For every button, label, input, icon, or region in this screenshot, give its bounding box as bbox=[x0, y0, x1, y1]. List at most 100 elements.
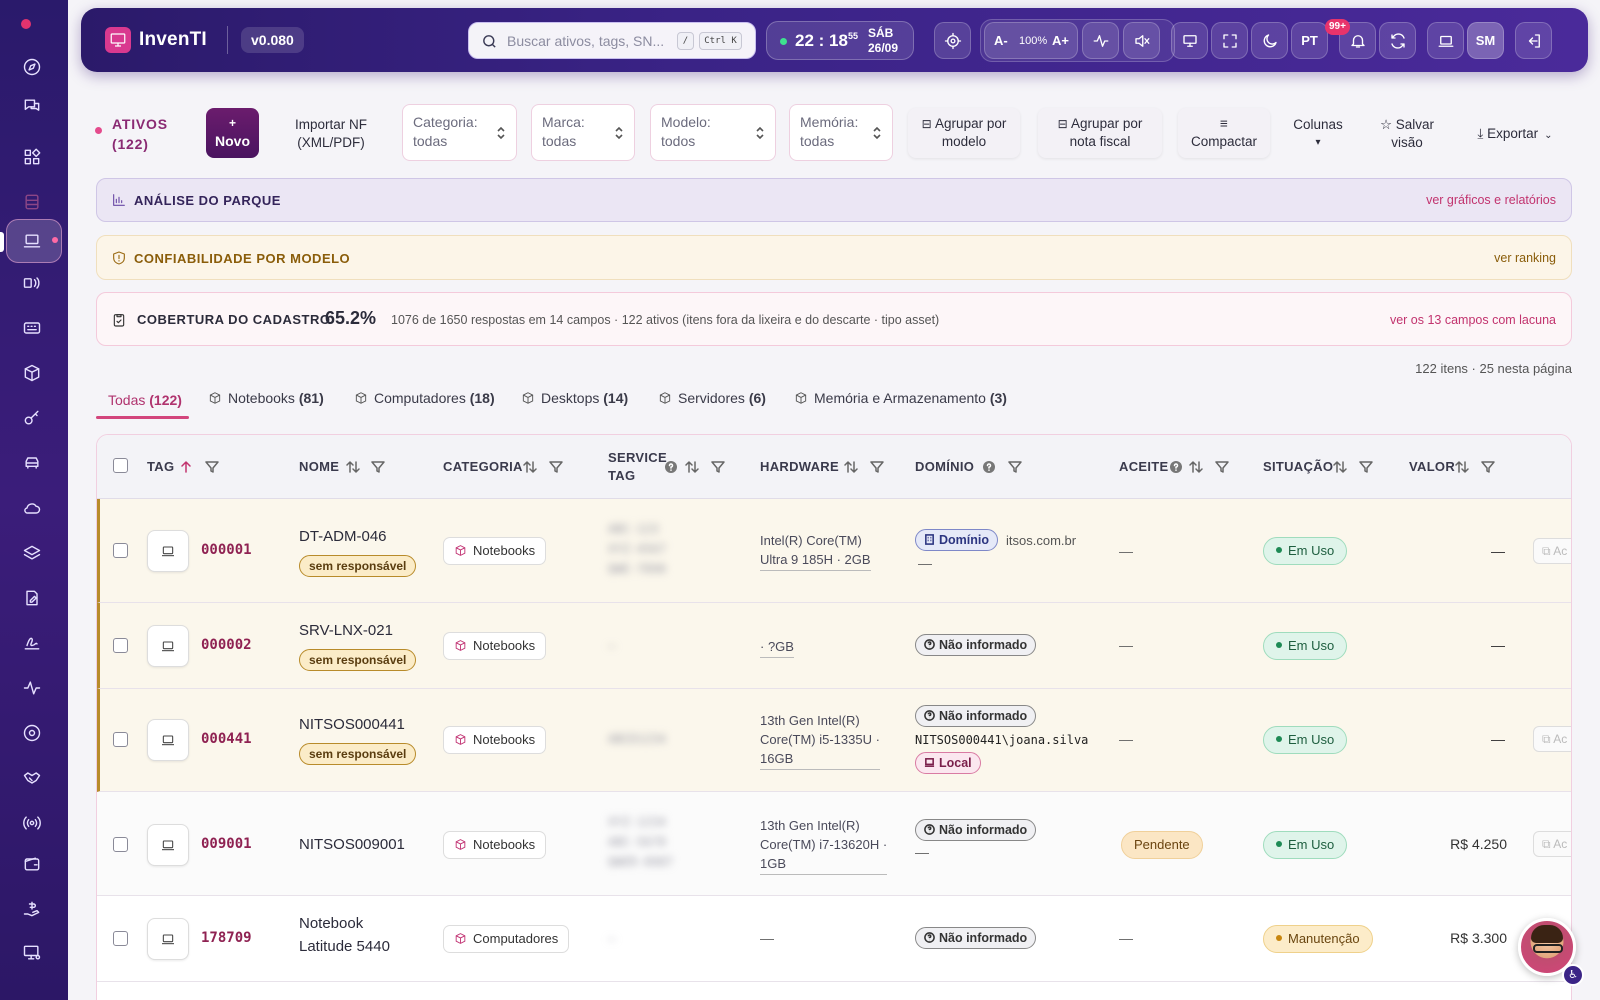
money-hand-icon[interactable] bbox=[19, 896, 45, 922]
filter-icon[interactable] bbox=[371, 460, 385, 474]
filter-icon[interactable] bbox=[1481, 460, 1495, 474]
filter-category[interactable]: Categoria: todas bbox=[402, 104, 517, 161]
row-action-button[interactable]: ⧉ Ac bbox=[1533, 538, 1571, 564]
sort-icon[interactable] bbox=[1455, 460, 1469, 474]
park-analysis-banner[interactable]: ANÁLISE DO PARQUE ver gráficos e relatór… bbox=[96, 178, 1572, 222]
filter-icon[interactable] bbox=[870, 460, 884, 474]
row-action-button[interactable]: ⧉ Ac bbox=[1533, 726, 1571, 752]
mute-button[interactable] bbox=[1123, 22, 1160, 59]
col-name[interactable]: NOME bbox=[299, 458, 339, 476]
sort-icon[interactable] bbox=[1333, 460, 1347, 474]
tab-desktops[interactable]: Desktops (14) bbox=[521, 388, 628, 420]
coverage-banner[interactable]: COBERTURA DO CADASTRO 65.2% 1076 de 1650… bbox=[96, 292, 1572, 346]
help-icon[interactable] bbox=[1169, 460, 1183, 474]
select-all-checkbox[interactable] bbox=[113, 458, 128, 473]
search-input[interactable] bbox=[507, 31, 667, 51]
sort-icon[interactable] bbox=[844, 460, 858, 474]
coverage-gaps-link[interactable]: ver os 13 campos com lacuna bbox=[1390, 313, 1556, 327]
table-row[interactable]: 178709 Notebook Latitude 5440 Computadore… bbox=[97, 896, 1571, 982]
user-avatar-button[interactable]: SM bbox=[1467, 22, 1504, 59]
cloud-icon[interactable] bbox=[19, 495, 45, 521]
locate-button[interactable] bbox=[934, 22, 971, 59]
save-view-button[interactable]: ☆ Salvar visão bbox=[1374, 116, 1440, 152]
monitor-settings-icon[interactable] bbox=[19, 940, 45, 966]
import-nf-button[interactable]: Importar NF (XML/PDF) bbox=[285, 116, 377, 152]
filter-icon[interactable] bbox=[1215, 460, 1229, 474]
wireless-icon[interactable] bbox=[19, 270, 45, 296]
asset-tag[interactable]: 009001 bbox=[201, 836, 252, 852]
filter-icon[interactable] bbox=[1359, 460, 1373, 474]
row-checkbox[interactable] bbox=[113, 732, 128, 747]
col-status[interactable]: SITUAÇÃO bbox=[1263, 458, 1333, 476]
keyboard-icon[interactable] bbox=[19, 315, 45, 341]
reliability-banner[interactable]: CONFIABILIDADE POR MODELO ver ranking bbox=[96, 235, 1572, 280]
row-checkbox[interactable] bbox=[113, 837, 128, 852]
dark-mode-button[interactable] bbox=[1251, 22, 1288, 59]
reliability-link[interactable]: ver ranking bbox=[1494, 251, 1556, 265]
global-search[interactable]: / Ctrl K bbox=[468, 22, 756, 59]
font-increase-button[interactable]: A+ bbox=[1052, 33, 1069, 48]
table-row[interactable]: 009001 NITSOS009001 Notebooks XYZ-1234 AB… bbox=[97, 792, 1571, 896]
tab-notebooks[interactable]: Notebooks (81) bbox=[208, 388, 324, 420]
help-icon[interactable] bbox=[664, 460, 678, 474]
sort-icon[interactable] bbox=[346, 460, 360, 474]
table-row[interactable]: 000001 DT-ADM-046 sem responsável Notebo… bbox=[97, 499, 1571, 603]
asset-tag[interactable]: 000001 bbox=[201, 542, 252, 558]
device-button[interactable] bbox=[1427, 22, 1464, 59]
display-button[interactable] bbox=[1171, 22, 1208, 59]
database-icon[interactable] bbox=[19, 189, 45, 215]
chat-icon[interactable] bbox=[19, 93, 45, 119]
edit-document-icon[interactable] bbox=[19, 585, 45, 611]
tab-computers[interactable]: Computadores (18) bbox=[354, 388, 495, 420]
help-icon[interactable] bbox=[982, 460, 996, 474]
wallet-icon[interactable] bbox=[19, 851, 45, 877]
accessibility-icon[interactable]: ♿ bbox=[1562, 964, 1584, 986]
language-button[interactable]: PT bbox=[1291, 22, 1328, 59]
table-row[interactable]: 000441 NITSOS000441 sem responsável Note… bbox=[97, 689, 1571, 792]
export-button[interactable]: ⤓ Exportar ⌄ bbox=[1470, 125, 1560, 145]
disc-icon[interactable] bbox=[19, 720, 45, 746]
sort-icon[interactable] bbox=[1189, 460, 1203, 474]
box-icon[interactable] bbox=[19, 360, 45, 386]
col-category[interactable]: CATEGORIA bbox=[443, 458, 523, 476]
filter-brand[interactable]: Marca: todas bbox=[531, 104, 635, 161]
signature-icon[interactable] bbox=[19, 630, 45, 656]
asset-tag[interactable]: 000002 bbox=[201, 637, 252, 653]
broadcast-icon[interactable] bbox=[19, 810, 45, 836]
key-icon[interactable] bbox=[19, 405, 45, 431]
logout-button[interactable] bbox=[1515, 22, 1552, 59]
filter-icon[interactable] bbox=[711, 460, 725, 474]
activity-icon[interactable] bbox=[19, 675, 45, 701]
col-acceptance[interactable]: ACEITE bbox=[1119, 458, 1168, 476]
font-decrease-button[interactable]: A- bbox=[994, 33, 1008, 48]
sort-icon[interactable] bbox=[523, 460, 537, 474]
handshake-icon[interactable] bbox=[19, 765, 45, 791]
refresh-button[interactable] bbox=[1379, 22, 1416, 59]
dashboard-icon[interactable] bbox=[19, 144, 45, 170]
sort-icon[interactable] bbox=[685, 460, 699, 474]
activity-button[interactable] bbox=[1082, 22, 1119, 59]
col-tag[interactable]: TAG bbox=[147, 458, 174, 476]
columns-button[interactable]: Colunas ▾ bbox=[1286, 116, 1350, 152]
asset-tag[interactable]: 178709 bbox=[201, 930, 252, 946]
table-row[interactable]: 000002 SRV-LNX-021 sem responsável Noteb… bbox=[97, 603, 1571, 689]
row-action-button[interactable]: ⧉ Ac bbox=[1533, 831, 1571, 857]
compass-icon[interactable] bbox=[19, 54, 45, 80]
fullscreen-button[interactable] bbox=[1211, 22, 1248, 59]
filter-memory[interactable]: Memória: todas bbox=[789, 104, 893, 161]
park-analysis-link[interactable]: ver gráficos e relatórios bbox=[1426, 193, 1556, 207]
layers-icon[interactable] bbox=[19, 540, 45, 566]
filter-icon[interactable] bbox=[1008, 460, 1022, 474]
filter-icon[interactable] bbox=[205, 460, 219, 474]
row-checkbox[interactable] bbox=[113, 638, 128, 653]
asset-tag[interactable]: 000441 bbox=[201, 731, 252, 747]
tab-memory-storage[interactable]: Memória e Armazenamento (3) bbox=[794, 388, 1007, 420]
sort-asc-icon[interactable] bbox=[179, 460, 193, 474]
filter-icon[interactable] bbox=[549, 460, 563, 474]
car-icon[interactable] bbox=[19, 450, 45, 476]
col-value[interactable]: VALOR bbox=[1409, 458, 1455, 476]
col-service-tag[interactable]: SERVICE TAG bbox=[608, 449, 667, 485]
tab-servers[interactable]: Servidores (6) bbox=[658, 388, 766, 420]
group-by-invoice-button[interactable]: ⊟ Agrupar por nota fiscal bbox=[1038, 108, 1162, 158]
laptop-icon[interactable] bbox=[19, 228, 45, 254]
